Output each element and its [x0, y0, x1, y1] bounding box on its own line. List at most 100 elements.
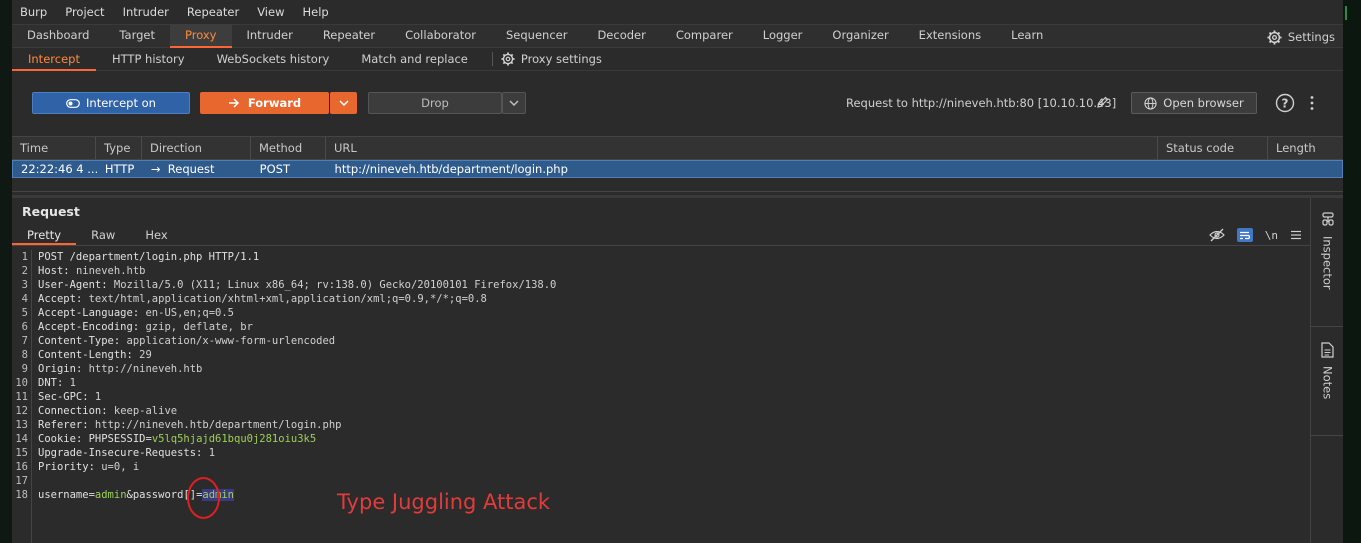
- drop-options-dropdown[interactable]: [502, 92, 526, 114]
- col-method[interactable]: Method: [251, 137, 326, 159]
- tab-intercept[interactable]: Intercept: [12, 48, 96, 71]
- notes-tab[interactable]: Notes: [1311, 342, 1343, 399]
- forward-button[interactable]: Forward: [200, 92, 329, 114]
- tab-raw[interactable]: Raw: [76, 226, 130, 245]
- tab-hex[interactable]: Hex: [130, 226, 182, 245]
- tab-collaborator[interactable]: Collaborator: [390, 24, 491, 48]
- header-line: Accept-Language: en-US,en;q=0.5: [38, 307, 234, 319]
- col-type[interactable]: Type: [96, 137, 142, 159]
- menu-repeater[interactable]: Repeater: [187, 5, 239, 19]
- menu-icon[interactable]: [1290, 230, 1302, 240]
- line-number: 13: [15, 419, 28, 431]
- cell-url: http://nineveh.htb/department/login.php: [334, 162, 568, 176]
- tab-http-history[interactable]: HTTP history: [96, 48, 201, 71]
- header-key: Cookie: [38, 433, 76, 445]
- tab-dashboard[interactable]: Dashboard: [12, 24, 104, 48]
- more-options-icon[interactable]: [1309, 95, 1315, 111]
- header-line: Upgrade-Insecure-Requests: 1: [38, 447, 216, 459]
- tab-sequencer[interactable]: Sequencer: [491, 24, 582, 48]
- header-key: Accept-Language: [38, 307, 133, 319]
- header-value: http://nineveh.htb/department/login.php: [94, 419, 342, 431]
- word-wrap-toggle[interactable]: [1236, 228, 1253, 242]
- proxy-settings-button[interactable]: Proxy settings: [501, 52, 602, 66]
- main-tab-bar: Dashboard Target Proxy Intruder Repeater…: [12, 24, 1343, 48]
- header-key: Connection: [38, 405, 102, 417]
- header-line: DNT: 1: [38, 377, 76, 389]
- header-key: Host: [38, 265, 64, 277]
- proxy-settings-label: Proxy settings: [520, 52, 602, 66]
- line-number: 16: [15, 461, 28, 473]
- tab-match-and-replace[interactable]: Match and replace: [345, 48, 484, 71]
- tab-extensions[interactable]: Extensions: [904, 24, 996, 48]
- table-empty-area: [12, 178, 1343, 192]
- open-browser-button[interactable]: Open browser: [1131, 92, 1257, 114]
- wrap-icon: [1240, 231, 1251, 239]
- burp-window: Burp Project Intruder Repeater View Help…: [12, 0, 1343, 543]
- drop-button[interactable]: Drop: [368, 92, 502, 114]
- header-key: Accept-Encoding: [38, 321, 133, 333]
- inspector-label: Inspector: [1320, 236, 1335, 290]
- line-number: 10: [15, 377, 28, 389]
- tab-comparer[interactable]: Comparer: [661, 24, 748, 48]
- cell-type: HTTP: [104, 162, 135, 176]
- header-line: Content-Length: 29: [38, 349, 152, 361]
- tab-decoder[interactable]: Decoder: [582, 24, 660, 48]
- tab-logger[interactable]: Logger: [748, 24, 818, 48]
- header-value: 29: [139, 349, 152, 361]
- header-value: u=0, i: [101, 461, 140, 473]
- table-row[interactable]: 22:22:46 4 ... HTTP → Request POST http:…: [12, 160, 1343, 178]
- cookie-value: v5lq5hjajd61bqu0j281oiu3k5: [151, 433, 317, 445]
- eye-slash-icon[interactable]: [1208, 228, 1225, 242]
- line-number: 3: [21, 279, 28, 291]
- tab-organizer[interactable]: Organizer: [817, 24, 903, 48]
- line-number: 11: [15, 391, 28, 403]
- forward-label: Forward: [247, 96, 302, 110]
- header-line: Sec-GPC: 1: [38, 391, 102, 403]
- help-icon[interactable]: ?: [1275, 93, 1295, 113]
- inspector-tab[interactable]: Inspector: [1311, 212, 1343, 290]
- menu-burp[interactable]: Burp: [20, 5, 47, 19]
- tab-intruder[interactable]: Intruder: [232, 24, 308, 48]
- tab-websockets-history[interactable]: WebSockets history: [201, 48, 346, 71]
- background-strip: [1343, 0, 1361, 543]
- request-view-tabs: Pretty Raw Hex: [12, 226, 1310, 246]
- tab-target[interactable]: Target: [104, 24, 170, 48]
- intercept-toggle-button[interactable]: Intercept on: [32, 92, 190, 114]
- open-browser-label: Open browser: [1163, 96, 1244, 110]
- header-value: gzip, deflate, br: [145, 321, 253, 333]
- menu-help[interactable]: Help: [302, 5, 328, 19]
- arrow-right-icon: →: [150, 162, 161, 176]
- request-text[interactable]: POST /department/login.php HTTP/1.1 Host…: [38, 250, 556, 502]
- annotation-circle: [187, 477, 220, 519]
- tab-proxy[interactable]: Proxy: [169, 24, 232, 48]
- line-number: 4: [21, 293, 28, 305]
- header-key: Upgrade-Insecure-Requests: [38, 447, 197, 459]
- header-value: en-US,en;q=0.5: [145, 307, 234, 319]
- header-line: User-Agent: Mozilla/5.0 (X11; Linux x86_…: [38, 279, 557, 291]
- col-url[interactable]: URL: [326, 137, 1158, 159]
- newline-toggle-icon[interactable]: \n: [1265, 229, 1278, 242]
- tab-repeater[interactable]: Repeater: [308, 24, 390, 48]
- settings-button[interactable]: Settings: [1267, 25, 1335, 49]
- header-value: Mozilla/5.0 (X11; Linux x86_64; rv:138.0…: [113, 279, 557, 291]
- col-status-code[interactable]: Status code: [1158, 137, 1268, 159]
- line-number-gutter: 1 2 3 4 5 6 7 8 9 10 11 12 13 14 15 16 1…: [12, 250, 32, 543]
- table-header: Time Type Direction Method URL Status co…: [12, 136, 1343, 160]
- tab-learn[interactable]: Learn: [996, 24, 1058, 48]
- cookie-line: Cookie: PHPSESSID=v5lq5hjajd61bqu0j281oi…: [38, 433, 317, 445]
- inspector-icon: [1321, 212, 1334, 226]
- cell-length: [1267, 161, 1342, 177]
- menu-intruder[interactable]: Intruder: [123, 5, 169, 19]
- col-time[interactable]: Time: [12, 137, 96, 159]
- col-direction[interactable]: Direction: [142, 137, 251, 159]
- header-key: Content-Type: [38, 335, 114, 347]
- menu-project[interactable]: Project: [65, 5, 104, 19]
- intercept-queue-table: Time Type Direction Method URL Status co…: [12, 136, 1343, 192]
- line-number: 14: [15, 433, 28, 445]
- line-number: 6: [21, 321, 28, 333]
- col-length[interactable]: Length: [1268, 137, 1343, 159]
- tab-pretty[interactable]: Pretty: [12, 226, 77, 245]
- pencil-icon[interactable]: [1096, 95, 1110, 109]
- forward-options-dropdown[interactable]: [330, 92, 357, 114]
- menu-view[interactable]: View: [257, 5, 284, 19]
